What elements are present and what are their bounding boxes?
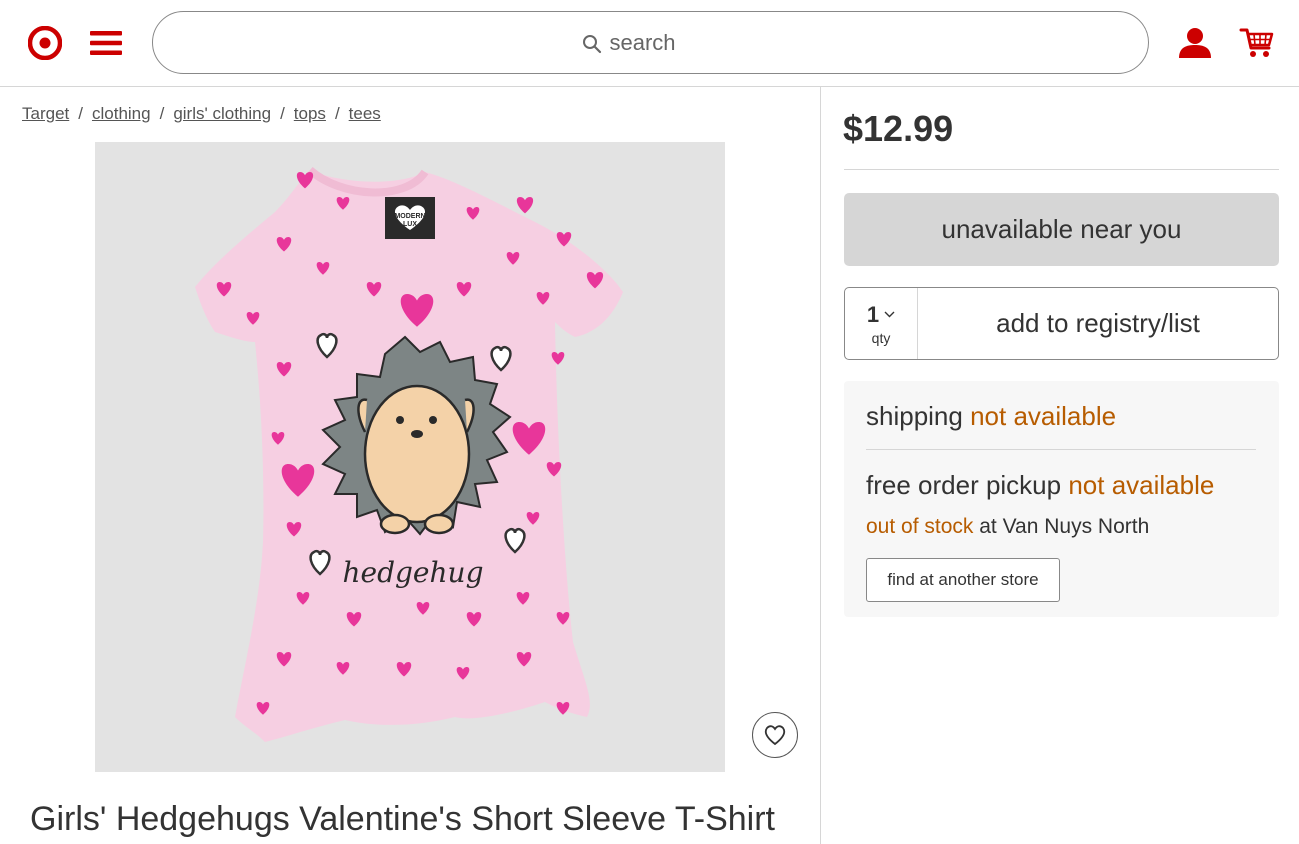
unavailable-near-you-button[interactable]: unavailable near you <box>844 193 1279 266</box>
pickup-availability: not available <box>1068 470 1215 500</box>
shipping-label: shipping <box>866 401 963 431</box>
account-person-icon[interactable] <box>1177 27 1213 59</box>
hedgehug-print-text: hedgehug <box>342 556 483 589</box>
chevron-down-icon <box>884 311 895 318</box>
quantity-label: qty <box>871 329 891 346</box>
search-bar[interactable] <box>152 11 1149 74</box>
registry-control: 1 qty add to registry/list <box>844 287 1279 360</box>
store-stock-status: out of stock at Van Nuys North <box>866 515 1149 539</box>
breadcrumb-target[interactable]: Target <box>22 104 69 124</box>
target-logo-icon[interactable] <box>28 26 62 60</box>
heart-icon <box>764 725 786 746</box>
shipping-status: shipping not available <box>866 401 1116 432</box>
pickup-status: free order pickup not available <box>866 470 1214 501</box>
quantity-value: 1 <box>866 301 880 327</box>
breadcrumb-tees[interactable]: tees <box>349 104 381 124</box>
product-image[interactable]: MODERN LUX hedgehug <box>95 142 725 772</box>
breadcrumb-separator: / <box>280 104 285 123</box>
store-location: at Van Nuys North <box>979 515 1150 538</box>
fulfillment-divider <box>866 449 1256 450</box>
price-divider <box>844 169 1279 170</box>
breadcrumb-separator: / <box>159 104 165 123</box>
cart-icon[interactable] <box>1239 26 1275 60</box>
product-title: Girls' Hedgehugs Valentine's Short Sleev… <box>30 800 775 838</box>
site-header <box>0 0 1299 87</box>
add-to-registry-button[interactable]: add to registry/list <box>918 288 1278 359</box>
hamburger-menu-icon[interactable] <box>90 30 122 56</box>
breadcrumb: Target / clothing / girls' clothing / to… <box>22 104 381 124</box>
column-divider <box>820 87 821 844</box>
breadcrumb-separator: / <box>78 104 83 123</box>
pickup-label: free order pickup <box>866 470 1062 500</box>
quantity-selector[interactable]: 1 qty <box>845 288 918 359</box>
tshirt-illustration: MODERN LUX hedgehug <box>195 166 623 742</box>
breadcrumb-separator: / <box>334 104 340 123</box>
search-icon <box>582 34 601 53</box>
brand-tag-text: MODERN <box>394 213 425 220</box>
fulfillment-panel: shipping not available free order pickup… <box>844 381 1279 617</box>
product-price: $12.99 <box>843 108 954 149</box>
breadcrumb-tops[interactable]: tops <box>294 104 326 124</box>
favorite-button[interactable] <box>752 712 798 758</box>
shipping-availability: not available <box>970 401 1117 431</box>
stock-status: out of stock <box>866 515 974 538</box>
breadcrumb-girls-clothing[interactable]: girls' clothing <box>173 104 271 124</box>
brand-tag-text: LUX <box>403 221 417 228</box>
find-at-another-store-button[interactable]: find at another store <box>866 558 1060 602</box>
search-input[interactable] <box>609 29 720 56</box>
breadcrumb-clothing[interactable]: clothing <box>92 104 151 124</box>
